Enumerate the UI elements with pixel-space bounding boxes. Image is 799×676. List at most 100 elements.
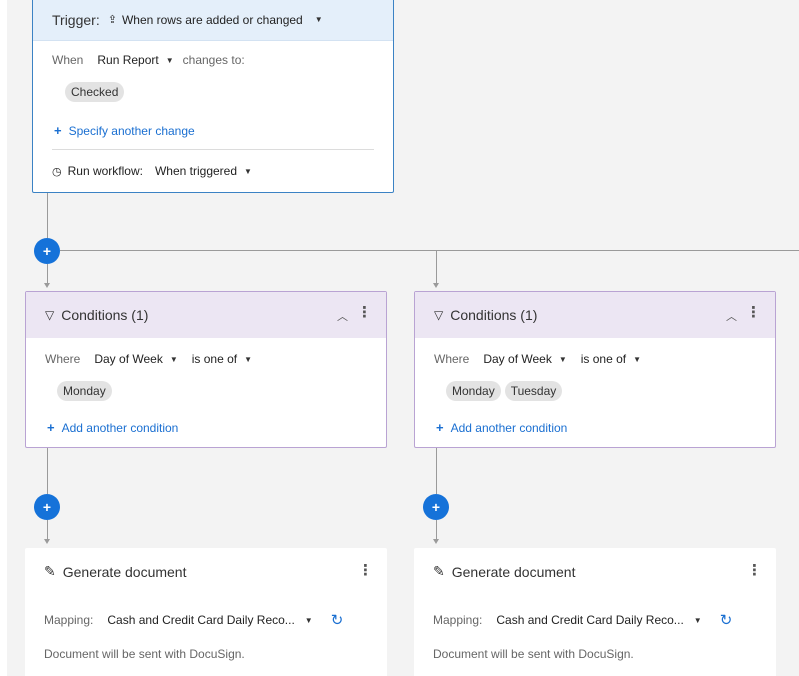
condition-chip[interactable]: Tuesday (504, 381, 563, 401)
operator-dropdown[interactable]: is one of ▼ (581, 352, 641, 366)
generate-document-title: Generate document (62, 563, 187, 580)
run-workflow-value: When triggered (154, 164, 238, 178)
trigger-event-dropdown[interactable]: ⇪ When rows are added or changed ▼ (108, 13, 323, 27)
condition-field-dropdown[interactable]: Day of Week ▼ (483, 352, 566, 366)
operator-value: is one of (580, 352, 627, 366)
generate-document-card: ✎ Generate document ⋮ Mapping: Cash and … (25, 548, 387, 676)
more-options-icon[interactable]: ⋮ (358, 563, 373, 578)
filter-icon: ▽ (45, 308, 55, 322)
condition-field-dropdown[interactable]: Day of Week ▼ (94, 352, 177, 366)
connector-line (47, 264, 48, 284)
mapping-row: Mapping: Cash and Credit Card Daily Reco… (44, 611, 343, 629)
arrow-down-icon (433, 283, 439, 288)
conditions-title: Conditions (1) (61, 307, 149, 323)
plus-icon: + (431, 499, 441, 515)
mapping-value: Cash and Credit Card Daily Reco... (496, 613, 684, 627)
condition-chip[interactable]: Monday (57, 381, 112, 401)
generate-document-header: ✎ Generate document (44, 563, 186, 580)
caret-down-icon: ▼ (244, 166, 252, 176)
arrow-down-icon (433, 539, 439, 544)
docusign-note: Document will be sent with DocuSign. (44, 647, 245, 661)
when-row: When Run Report ▼ changes to: (52, 53, 245, 67)
mapping-value: Cash and Credit Card Daily Reco... (107, 613, 295, 627)
connector-line (436, 251, 437, 284)
add-condition-link[interactable]: + Add another condition (47, 420, 178, 435)
generate-document-title: Generate document (451, 563, 576, 580)
where-label: Where (434, 352, 470, 366)
caret-down-icon: ▼ (304, 615, 313, 625)
where-row: Where Day of Week ▼ is one of ▼ (434, 352, 641, 366)
clock-icon: ◷ (52, 165, 62, 178)
generate-document-card: ✎ Generate document ⋮ Mapping: Cash and … (414, 548, 776, 676)
mapping-label: Mapping: (433, 613, 483, 627)
conditions-title: Conditions (1) (450, 307, 538, 323)
trigger-card: Trigger: ⇪ When rows are added or change… (32, 0, 394, 193)
specify-link-label: Specify another change (68, 123, 195, 138)
where-label: Where (45, 352, 81, 366)
operator-dropdown[interactable]: is one of ▼ (192, 352, 252, 366)
caret-down-icon: ▼ (633, 354, 642, 364)
caret-down-icon: ▼ (693, 615, 702, 625)
more-options-icon[interactable]: ⋮ (747, 563, 762, 578)
add-step-button[interactable]: + (34, 238, 60, 264)
trigger-header: Trigger: ⇪ When rows are added or change… (33, 0, 393, 41)
add-condition-label: Add another condition (450, 420, 568, 435)
plus-icon: + (54, 123, 62, 138)
mapping-dropdown[interactable]: Cash and Credit Card Daily Reco... ▼ (496, 613, 701, 627)
when-label: When (52, 53, 84, 67)
arrow-down-icon (44, 283, 50, 288)
connector-line (47, 520, 48, 540)
caret-down-icon: ▼ (169, 354, 178, 364)
value-chips: Checked (65, 82, 125, 102)
trigger-event-value: When rows are added or changed (121, 12, 303, 27)
caret-down-icon: ▼ (558, 354, 567, 364)
workflow-canvas: Trigger: ⇪ When rows are added or change… (7, 0, 799, 676)
edit-document-icon: ✎ (44, 563, 56, 579)
run-workflow-label: Run workflow: (67, 164, 143, 178)
mapping-label: Mapping: (44, 613, 94, 627)
mapping-row: Mapping: Cash and Credit Card Daily Reco… (433, 611, 732, 629)
add-step-button[interactable]: + (423, 494, 449, 520)
conditions-card: ▽ Conditions (1) ︿ ⋮ Where Day of Week ▼… (414, 291, 776, 448)
chevron-up-icon[interactable]: ︿ (726, 308, 737, 324)
generate-document-header: ✎ Generate document (433, 563, 575, 580)
docusign-note: Document will be sent with DocuSign. (433, 647, 634, 661)
condition-field-value: Day of Week (94, 352, 163, 366)
refresh-icon[interactable]: ↻ (331, 611, 344, 629)
condition-chips: Monday (57, 381, 112, 401)
mapping-dropdown[interactable]: Cash and Credit Card Daily Reco... ▼ (107, 613, 312, 627)
trigger-label: Trigger: (52, 11, 100, 28)
field-dropdown[interactable]: Run Report ▼ (97, 53, 173, 67)
condition-chip[interactable]: Monday (446, 381, 501, 401)
plus-icon: + (47, 420, 55, 435)
plus-icon: + (42, 243, 52, 259)
connector-line (436, 520, 437, 540)
caret-down-icon: ▼ (244, 354, 253, 364)
specify-another-change-link[interactable]: + Specify another change (54, 123, 195, 138)
value-chip[interactable]: Checked (65, 82, 125, 102)
trigger-divider (52, 149, 374, 150)
field-value: Run Report (97, 53, 159, 67)
refresh-icon[interactable]: ↻ (720, 611, 733, 629)
caret-down-icon: ▼ (165, 55, 174, 65)
filter-icon: ▽ (434, 308, 444, 322)
condition-chips: Monday Tuesday (446, 381, 563, 401)
conditions-header[interactable]: ▽ Conditions (1) ︿ ⋮ (26, 292, 386, 338)
plus-icon: + (42, 499, 52, 515)
caret-down-icon: ▼ (314, 15, 323, 24)
more-options-icon[interactable]: ⋮ (746, 305, 761, 320)
run-workflow-dropdown[interactable]: When triggered ▼ (155, 164, 252, 178)
connector-line (47, 193, 48, 238)
conditions-header[interactable]: ▽ Conditions (1) ︿ ⋮ (415, 292, 775, 338)
conditions-card: ▽ Conditions (1) ︿ ⋮ Where Day of Week ▼… (25, 291, 387, 448)
chevron-up-icon[interactable]: ︿ (337, 308, 348, 324)
add-step-button[interactable]: + (34, 494, 60, 520)
operator-value: is one of (191, 352, 238, 366)
upload-icon: ⇪ (107, 14, 117, 26)
more-options-icon[interactable]: ⋮ (357, 305, 372, 320)
left-edge (0, 0, 7, 676)
changes-to-label: changes to: (182, 53, 245, 67)
condition-field-value: Day of Week (483, 352, 552, 366)
add-condition-link[interactable]: + Add another condition (436, 420, 567, 435)
plus-icon: + (436, 420, 444, 435)
